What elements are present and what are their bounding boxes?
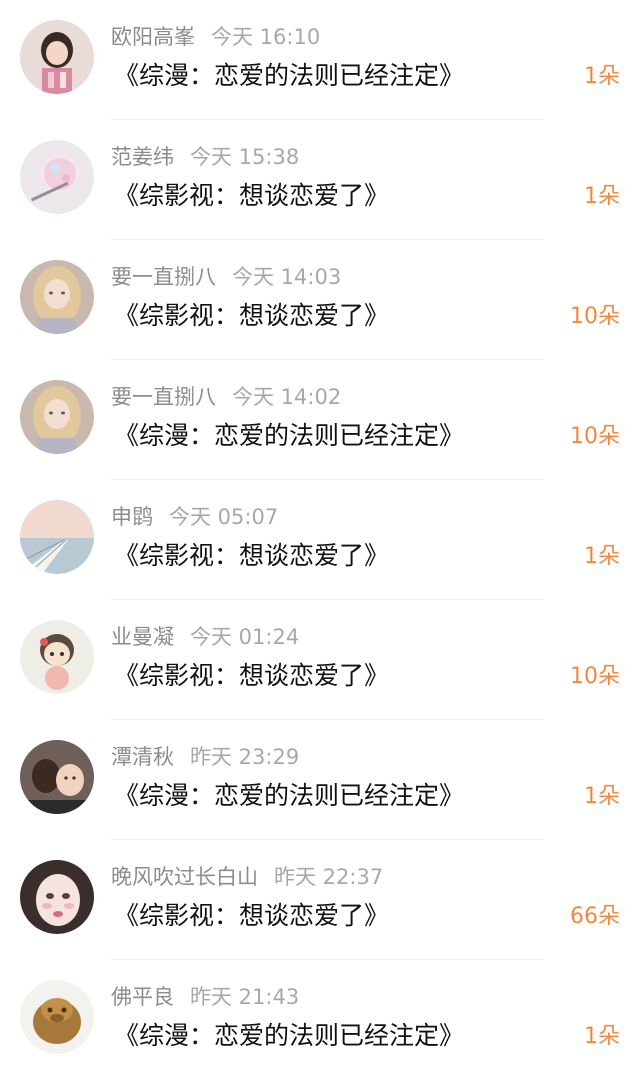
avatar-blonde-girl-image [20,380,94,454]
timestamp: 今天 15:38 [190,145,300,169]
list-item[interactable]: 潭清秋 昨天 23:29 《综漫：恋爱的法则已经注定》 1朵 [0,720,640,840]
avatar-figurine-image [20,980,94,1054]
timestamp: 昨天 21:43 [190,985,300,1009]
book-title[interactable]: 《综影视：想谈恋爱了》 [114,538,389,574]
list-item[interactable]: 佛平良 昨天 21:43 《综漫：恋爱的法则已经注定》 1朵 [0,960,640,1080]
timestamp: 今天 14:03 [232,265,342,289]
username[interactable]: 申鹍 [111,505,153,529]
gift-record-list: 欧阳高峯 今天 16:10 《综漫：恋爱的法则已经注定》 1朵 范姜纬 今天 15:… [0,0,640,1079]
avatar-blonde-girl-image [20,260,94,334]
list-item[interactable]: 申鹍 今天 05:07 《综影视：想谈恋爱了》 1朵 [0,480,640,600]
username[interactable]: 业曼凝 [111,625,174,649]
username[interactable]: 晚风吹过长白山 [111,865,258,889]
flower-count: 1朵 [584,184,620,209]
list-item[interactable]: 欧阳高峯 今天 16:10 《综漫：恋爱的法则已经注定》 1朵 [0,0,640,120]
avatar[interactable] [20,500,94,574]
flower-count: 10朵 [570,304,620,329]
record-meta: 要一直捌八 今天 14:02 [111,382,341,412]
username[interactable]: 潭清秋 [111,745,174,769]
timestamp: 今天 16:10 [211,25,321,49]
timestamp: 今天 14:02 [232,385,342,409]
record-meta: 申鹍 今天 05:07 [111,502,278,532]
list-item[interactable]: 要一直捌八 今天 14:03 《综影视：想谈恋爱了》 10朵 [0,240,640,360]
avatar[interactable] [20,140,94,214]
record-meta: 要一直捌八 今天 14:03 [111,262,341,292]
book-title[interactable]: 《综影视：想谈恋爱了》 [114,298,389,334]
timestamp: 昨天 22:37 [274,865,384,889]
avatar-cartoon-girl-image [20,620,94,694]
avatar-couple-photo-image [20,740,94,814]
username[interactable]: 佛平良 [111,985,174,1009]
book-title[interactable]: 《综漫：恋爱的法则已经注定》 [114,58,464,94]
book-title[interactable]: 《综漫：恋爱的法则已经注定》 [114,418,464,454]
flower-count: 1朵 [584,784,620,809]
timestamp: 今天 05:07 [169,505,279,529]
flower-count: 1朵 [584,64,620,89]
username[interactable]: 要一直捌八 [111,265,216,289]
timestamp: 今天 01:24 [190,625,300,649]
avatar-girl-image [20,20,94,94]
list-item[interactable]: 范姜纬 今天 15:38 《综影视：想谈恋爱了》 1朵 [0,120,640,240]
avatar[interactable] [20,20,94,94]
record-meta: 业曼凝 今天 01:24 [111,622,299,652]
flower-count: 1朵 [584,544,620,569]
avatar-pier-landscape-image [20,500,94,574]
list-item[interactable]: 要一直捌八 今天 14:02 《综漫：恋爱的法则已经注定》 10朵 [0,360,640,480]
flower-count: 1朵 [584,1024,620,1049]
book-title[interactable]: 《综漫：恋爱的法则已经注定》 [114,1018,464,1054]
book-title[interactable]: 《综影视：想谈恋爱了》 [114,658,389,694]
avatar[interactable] [20,260,94,334]
username[interactable]: 欧阳高峯 [111,25,195,49]
record-meta: 潭清秋 昨天 23:29 [111,742,299,772]
record-meta: 佛平良 昨天 21:43 [111,982,299,1012]
username[interactable]: 范姜纬 [111,145,174,169]
list-item[interactable]: 业曼凝 今天 01:24 《综影视：想谈恋爱了》 10朵 [0,600,640,720]
avatar[interactable] [20,740,94,814]
book-title[interactable]: 《综影视：想谈恋爱了》 [114,178,389,214]
avatar-crystal-ball-image [20,140,94,214]
timestamp: 昨天 23:29 [190,745,300,769]
record-meta: 欧阳高峯 今天 16:10 [111,22,320,52]
avatar[interactable] [20,620,94,694]
avatar[interactable] [20,980,94,1054]
book-title[interactable]: 《综漫：恋爱的法则已经注定》 [114,778,464,814]
record-meta: 晚风吹过长白山 昨天 22:37 [111,862,383,892]
flower-count: 10朵 [570,424,620,449]
avatar[interactable] [20,380,94,454]
flower-count: 10朵 [570,664,620,689]
flower-count: 66朵 [570,904,620,929]
list-item[interactable]: 晚风吹过长白山 昨天 22:37 《综影视：想谈恋爱了》 66朵 [0,840,640,960]
book-title[interactable]: 《综影视：想谈恋爱了》 [114,898,389,934]
avatar-doll-face-image [20,860,94,934]
username[interactable]: 要一直捌八 [111,385,216,409]
avatar[interactable] [20,860,94,934]
record-meta: 范姜纬 今天 15:38 [111,142,299,172]
